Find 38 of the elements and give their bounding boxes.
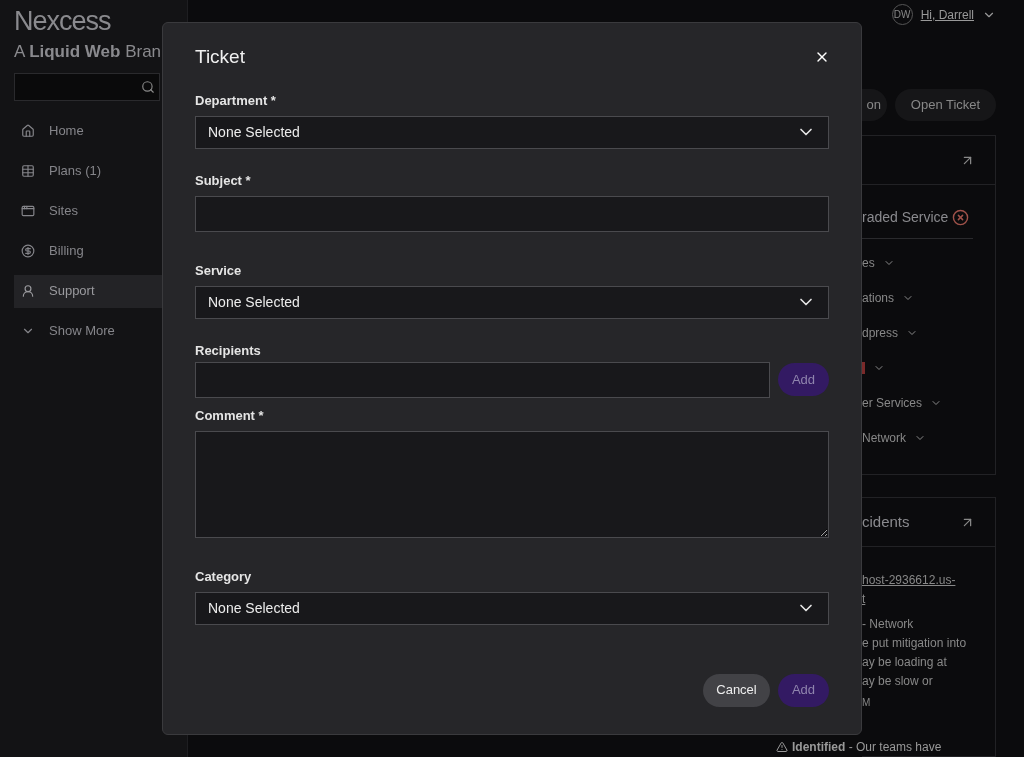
- incidents-title: cidents: [862, 511, 910, 532]
- nav-item[interactable]: Show More: [14, 314, 173, 348]
- incident-time: M: [862, 696, 871, 710]
- field-label: Service: [195, 262, 242, 278]
- select-field[interactable]: None Selected: [195, 591, 829, 625]
- field-label: Department *: [195, 92, 276, 108]
- incident-text: - Network: [862, 616, 914, 633]
- logo: Nexcess: [14, 8, 111, 35]
- add-button[interactable]: Add: [778, 673, 829, 707]
- incident-text: ay be slow or: [862, 673, 933, 690]
- select-field[interactable]: None Selected: [195, 285, 829, 319]
- service-group[interactable]: es: [862, 254, 875, 272]
- user-greeting[interactable]: Hi, Darrell: [920, 5, 974, 24]
- nav-item[interactable]: Billing: [14, 234, 173, 268]
- service-group[interactable]: Network: [862, 429, 906, 447]
- brand-tagline: A Liquid Web Bran: [14, 41, 162, 63]
- field-label: Subject *: [195, 172, 251, 188]
- incident-link[interactable]: t: [862, 590, 866, 609]
- field-label: Comment *: [195, 407, 264, 423]
- incident-link[interactable]: host-2936612.us-: [862, 571, 956, 590]
- cancel-button[interactable]: Cancel: [703, 673, 770, 707]
- service-group[interactable]: dpress: [862, 324, 899, 342]
- select-field[interactable]: None Selected: [195, 115, 829, 149]
- open-ticket-button[interactable]: Open Ticket: [895, 89, 996, 121]
- action-button[interactable]: on: [862, 89, 887, 121]
- incident-update: Identified - Our teams have: [792, 739, 942, 756]
- incident-text: e put mitigation into: [862, 635, 967, 652]
- service-group[interactable]: er Services: [862, 394, 923, 412]
- nav-item[interactable]: Home: [14, 114, 173, 148]
- field-label: Category: [195, 568, 252, 584]
- nav-item[interactable]: Sites: [14, 194, 173, 228]
- nav-item[interactable]: Plans (1): [14, 154, 173, 188]
- field-label: Recipients: [195, 342, 261, 358]
- service-group[interactable]: ations: [862, 289, 895, 307]
- incident-text: ay be loading at: [862, 654, 947, 671]
- status-title: raded Service: [862, 208, 949, 227]
- dialog-title: Ticket: [195, 45, 245, 69]
- add-button[interactable]: Add: [778, 363, 829, 396]
